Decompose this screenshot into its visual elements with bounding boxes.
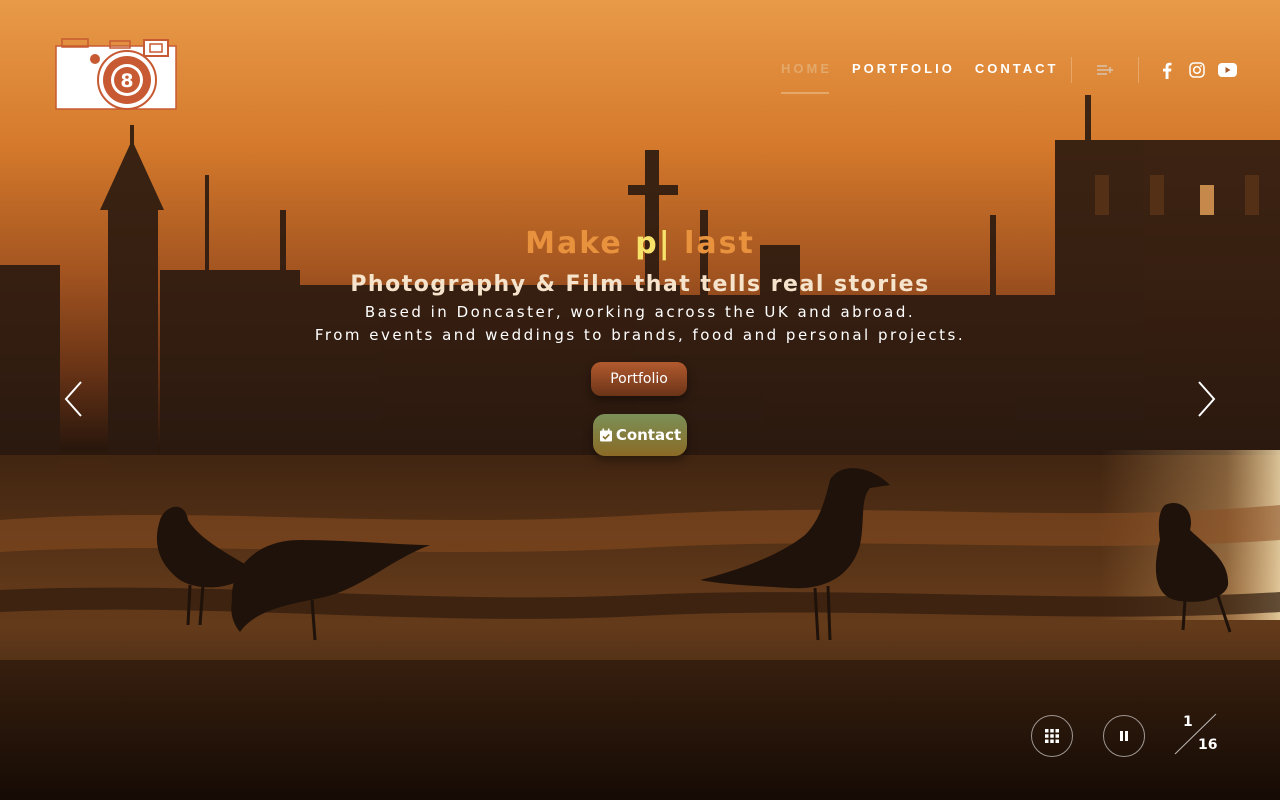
pause-button[interactable] <box>1103 715 1145 757</box>
grid-icon <box>1045 729 1059 743</box>
slide-total: 16 <box>1198 737 1218 753</box>
calendar-check-icon <box>599 428 612 442</box>
hero-title-typed: p| <box>635 226 672 261</box>
hero-title-prefix: Make <box>525 226 636 261</box>
instagram-icon[interactable] <box>1187 60 1207 80</box>
hero-content: Make p| last Photography & Film that tel… <box>0 224 1280 346</box>
grid-button[interactable] <box>1031 715 1073 757</box>
nav-portfolio[interactable]: PORTFOLIO <box>852 61 955 94</box>
facebook-icon[interactable] <box>1158 60 1176 80</box>
contact-button-label: Contact <box>615 426 682 444</box>
logo-number: 8 <box>120 70 133 92</box>
site-logo[interactable]: 8 <box>50 36 184 112</box>
hero-title: Make p| last <box>0 224 1280 264</box>
slide-current: 1 <box>1183 714 1193 730</box>
hero-description-line1: Based in Doncaster, working across the U… <box>364 303 916 321</box>
chevron-left-icon[interactable] <box>62 380 86 418</box>
social-divider <box>1138 57 1139 83</box>
slide-counter: 1 16 <box>1172 710 1222 758</box>
menu-plus-icon[interactable] <box>1094 60 1116 80</box>
nav-divider <box>1071 57 1072 83</box>
nav-contact[interactable]: CONTACT <box>975 61 1059 94</box>
site-header: 8 HOME PORTFOLIO CONTACT <box>0 0 1280 140</box>
youtube-icon[interactable] <box>1216 60 1238 80</box>
portfolio-button[interactable]: Portfolio <box>591 362 687 396</box>
hero-subtitle: Photography & Film that tells real stori… <box>350 272 930 297</box>
hero-title-suffix: last <box>671 226 755 261</box>
chevron-right-icon[interactable] <box>1194 380 1218 418</box>
contact-button[interactable]: Contact <box>593 414 687 456</box>
main-nav: HOME PORTFOLIO CONTACT <box>781 61 1058 94</box>
camera-logo-icon: 8 <box>55 38 177 110</box>
nav-home[interactable]: HOME <box>781 61 832 94</box>
hero-description-line2: From events and weddings to brands, food… <box>314 326 966 344</box>
pause-icon <box>1120 731 1128 741</box>
